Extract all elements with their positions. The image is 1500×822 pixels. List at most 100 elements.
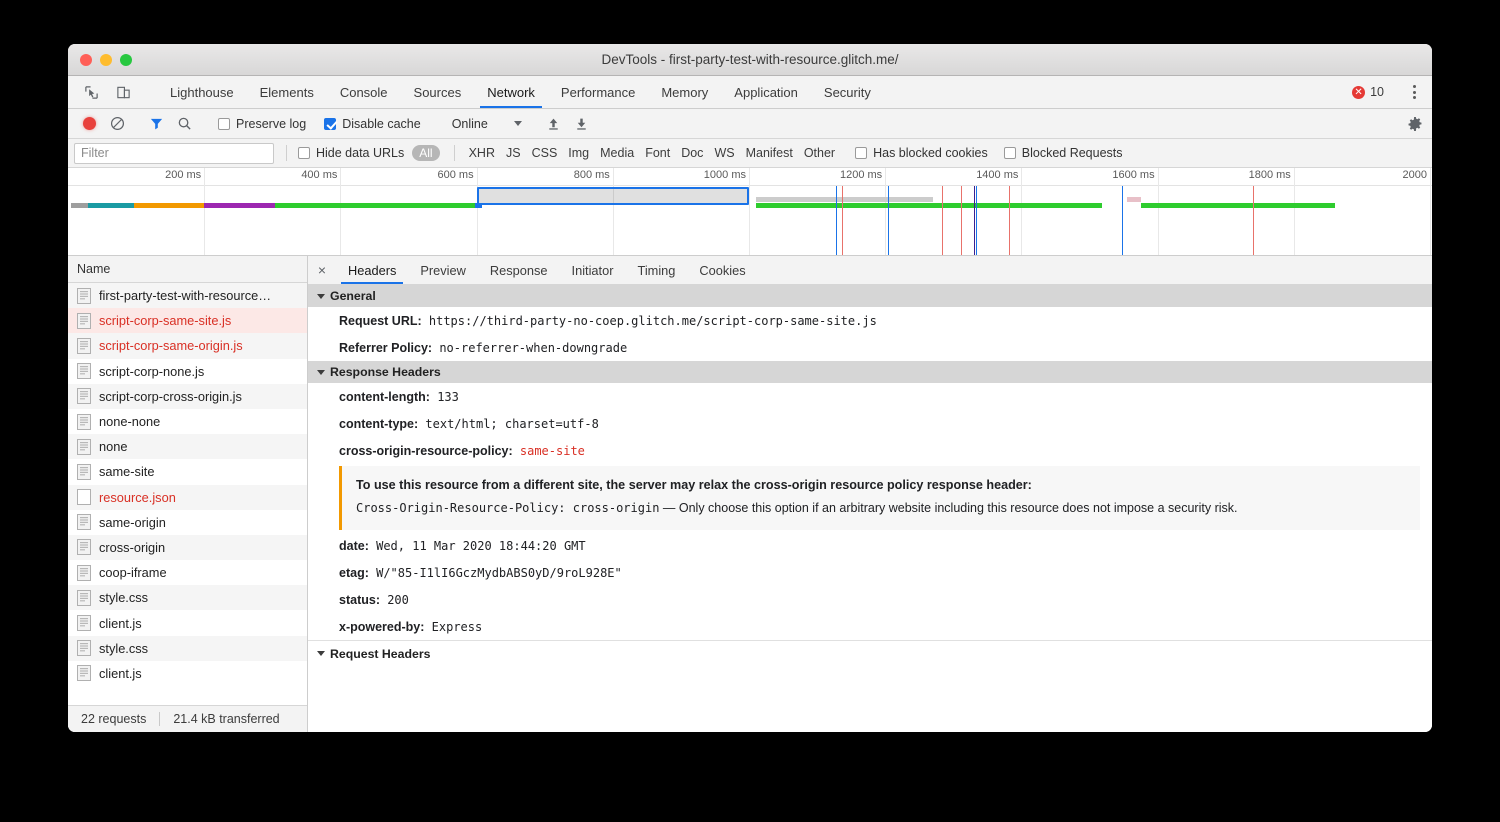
tab-label: Application xyxy=(734,85,798,100)
tab-timing[interactable]: Timing xyxy=(625,256,687,284)
tab-lighthouse[interactable]: Lighthouse xyxy=(157,76,247,108)
request-list-header[interactable]: Name xyxy=(68,256,307,283)
tab-response[interactable]: Response xyxy=(478,256,560,284)
tab-application[interactable]: Application xyxy=(721,76,811,108)
table-row[interactable]: same-origin xyxy=(68,510,307,535)
table-row[interactable]: script-corp-cross-origin.js xyxy=(68,384,307,409)
request-rows[interactable]: first-party-test-with-resource… script-co… xyxy=(68,283,307,705)
settings-button[interactable] xyxy=(1402,112,1428,136)
table-row[interactable]: same-site xyxy=(68,459,307,484)
table-row[interactable]: none-none xyxy=(68,409,307,434)
tab-network[interactable]: Network xyxy=(474,76,548,108)
triangle-down-icon xyxy=(317,370,325,375)
blocked-requests-checkbox[interactable]: Blocked Requests xyxy=(996,146,1131,160)
overview-band xyxy=(1141,203,1335,208)
tab-security[interactable]: Security xyxy=(811,76,884,108)
filter-type-doc[interactable]: Doc xyxy=(681,146,703,160)
header-name: content-length: xyxy=(339,390,430,404)
column-header-name: Name xyxy=(77,262,110,276)
filter-type-img[interactable]: Img xyxy=(568,146,589,160)
network-overview-timeline[interactable]: 200 ms400 ms600 ms800 ms1000 ms1200 ms14… xyxy=(68,168,1432,256)
table-row[interactable]: client.js xyxy=(68,661,307,686)
preserve-log-checkbox[interactable]: Preserve log xyxy=(210,117,314,131)
table-row[interactable]: first-party-test-with-resource… xyxy=(68,283,307,308)
gear-icon xyxy=(1407,116,1423,132)
header-name: status: xyxy=(339,593,380,607)
filter-type-js[interactable]: JS xyxy=(506,146,521,160)
table-row[interactable]: cross-origin xyxy=(68,535,307,560)
filter-input[interactable]: Filter xyxy=(74,143,274,164)
screen: DevTools - first-party-test-with-resourc… xyxy=(0,0,1500,822)
tab-initiator[interactable]: Initiator xyxy=(560,256,626,284)
section-general[interactable]: General xyxy=(308,285,1432,307)
table-row[interactable]: style.css xyxy=(68,585,307,610)
triangle-down-icon xyxy=(317,294,325,299)
clear-button[interactable] xyxy=(104,112,130,136)
table-row[interactable]: client.js xyxy=(68,610,307,635)
document-icon xyxy=(77,313,91,329)
request-name: same-origin xyxy=(99,515,166,530)
device-toolbar-icon[interactable] xyxy=(110,80,136,104)
overview-ruler xyxy=(68,168,1432,186)
table-row[interactable]: resource.json xyxy=(68,485,307,510)
tab-elements[interactable]: Elements xyxy=(247,76,327,108)
tab-cookies[interactable]: Cookies xyxy=(687,256,757,284)
table-row[interactable]: script-corp-same-site.js xyxy=(68,308,307,333)
filter-type-css[interactable]: CSS xyxy=(532,146,558,160)
tab-console[interactable]: Console xyxy=(327,76,401,108)
request-name: script-corp-cross-origin.js xyxy=(99,389,242,404)
has-blocked-cookies-checkbox[interactable]: Has blocked cookies xyxy=(835,146,996,160)
overview-selection-window[interactable] xyxy=(477,187,749,205)
overview-tick: 1000 ms xyxy=(749,168,750,256)
tab-preview[interactable]: Preview xyxy=(408,256,478,284)
table-row[interactable]: coop-iframe xyxy=(68,560,307,585)
document-icon xyxy=(77,338,91,354)
table-row[interactable]: script-corp-same-origin.js xyxy=(68,333,307,358)
error-count-badge[interactable]: ✕ 10 xyxy=(1352,85,1392,99)
table-row[interactable]: none xyxy=(68,434,307,459)
section-request-headers[interactable]: Request Headers xyxy=(308,640,1432,666)
filter-bar: Filter Hide data URLs All XHR JS CSS Img… xyxy=(68,139,1432,168)
table-row[interactable]: style.css xyxy=(68,636,307,661)
filter-type-xhr[interactable]: XHR xyxy=(469,146,495,160)
more-options-icon[interactable] xyxy=(1405,81,1424,103)
filter-type-font[interactable]: Font xyxy=(645,146,670,160)
overview-band xyxy=(134,203,204,208)
tab-memory[interactable]: Memory xyxy=(648,76,721,108)
header-row: cross-origin-resource-policy: same-site xyxy=(308,437,1432,464)
hide-data-urls-checkbox[interactable]: Hide data URLs xyxy=(290,146,412,160)
filter-divider-2 xyxy=(454,145,455,161)
document-icon xyxy=(77,665,91,681)
import-har-button[interactable] xyxy=(541,112,567,136)
network-status-bar: 22 requests 21.4 kB transferred xyxy=(68,705,307,732)
search-button[interactable] xyxy=(171,112,197,136)
overview-event-line xyxy=(1253,186,1254,256)
disable-cache-checkbox[interactable]: Disable cache xyxy=(316,117,429,131)
filter-button[interactable] xyxy=(143,112,169,136)
tab-sources[interactable]: Sources xyxy=(401,76,475,108)
overview-tick-label: 200 ms xyxy=(165,169,201,181)
close-detail-icon[interactable]: × xyxy=(308,256,336,284)
table-row[interactable]: script-corp-none.js xyxy=(68,359,307,384)
filter-type-all[interactable]: All xyxy=(412,145,439,161)
general-header-rows: Request URL: https://third-party-no-coep… xyxy=(308,307,1432,361)
filter-type-media[interactable]: Media xyxy=(600,146,634,160)
export-har-button[interactable] xyxy=(569,112,595,136)
header-value: text/html; charset=utf-8 xyxy=(418,417,599,431)
filter-type-other[interactable]: Other xyxy=(804,146,835,160)
blocked-requests-label: Blocked Requests xyxy=(1022,146,1123,160)
maximize-window-button[interactable] xyxy=(120,54,132,66)
search-icon xyxy=(177,116,192,131)
tab-performance[interactable]: Performance xyxy=(548,76,648,108)
inspect-element-icon[interactable] xyxy=(78,80,104,104)
record-button[interactable] xyxy=(76,112,102,136)
tab-headers[interactable]: Headers xyxy=(336,256,408,284)
checkbox-box xyxy=(324,118,336,130)
filter-type-ws[interactable]: WS xyxy=(714,146,734,160)
close-window-button[interactable] xyxy=(80,54,92,66)
filter-type-manifest[interactable]: Manifest xyxy=(746,146,793,160)
minimize-window-button[interactable] xyxy=(100,54,112,66)
section-response-headers[interactable]: Response Headers xyxy=(308,361,1432,383)
request-name: first-party-test-with-resource… xyxy=(99,288,271,303)
throttling-select[interactable]: Online xyxy=(442,117,528,131)
